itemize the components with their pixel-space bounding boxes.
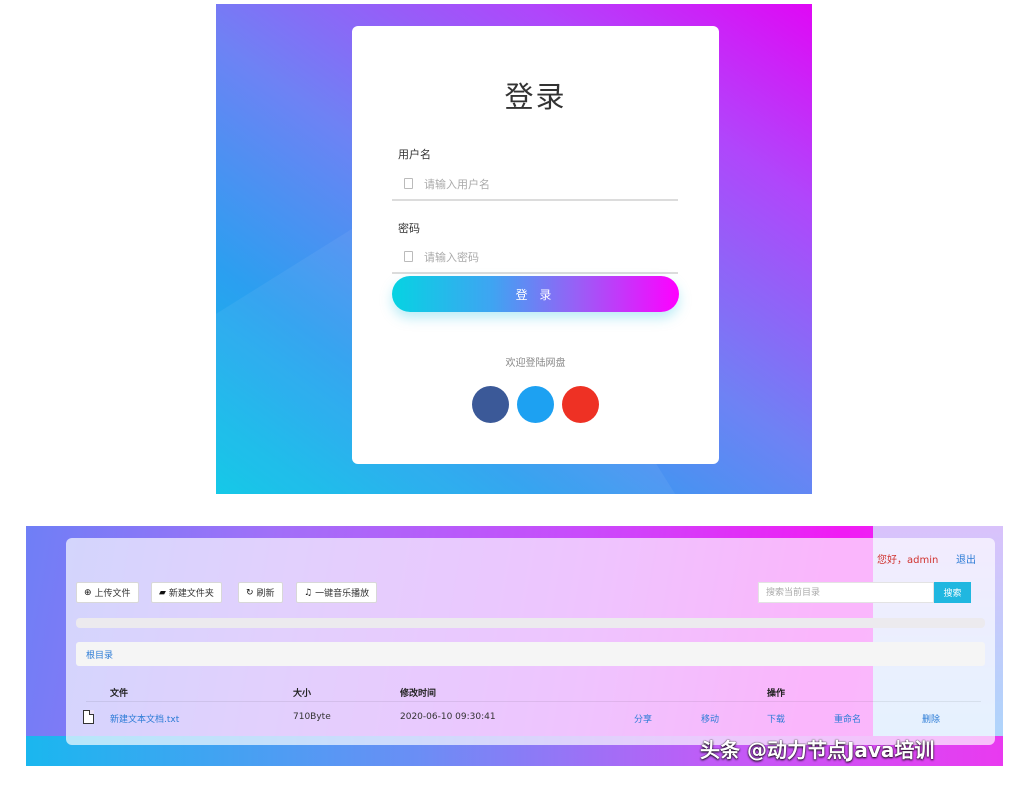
play-music-button[interactable]: ♫ 一键音乐播放: [296, 582, 378, 603]
lock-icon: [404, 251, 413, 262]
facebook-login-icon[interactable]: [472, 386, 509, 423]
column-header-name: 文件: [110, 689, 129, 699]
search-button[interactable]: 搜索: [934, 582, 971, 603]
download-action[interactable]: 下载: [767, 712, 785, 725]
rename-action[interactable]: 重命名: [834, 712, 861, 725]
user-greeting: 您好，admin: [877, 555, 939, 566]
password-input[interactable]: [422, 246, 666, 268]
column-header-size: 大小: [293, 689, 312, 699]
login-card: 登录 用户名 密码 登 录 欢迎登陆网盘: [352, 26, 719, 464]
breadcrumb: 根目录: [76, 642, 985, 666]
column-header-actions: 操作: [767, 689, 786, 699]
file-manager-card: 您好，admin 退出 ⊕ 上传文件 ▰ 新建文件夹 ↻ 刷新 ♫ 一键音乐播放…: [66, 538, 995, 745]
user-icon: [404, 178, 413, 189]
upload-label: 上传文件: [94, 589, 131, 599]
password-field-row: [392, 242, 678, 274]
folder-open-icon: ▰: [159, 587, 166, 598]
file-name-link[interactable]: 新建文本文档.txt: [110, 712, 179, 725]
table-divider: [86, 701, 981, 702]
music-note-icon: ♫: [304, 587, 313, 598]
watermark-text: 头条 @动力节点Java培训: [700, 738, 935, 762]
google-login-icon[interactable]: [562, 386, 599, 423]
file-manager-screen: 您好，admin 退出 ⊕ 上传文件 ▰ 新建文件夹 ↻ 刷新 ♫ 一键音乐播放…: [26, 526, 1003, 766]
login-title: 登录: [504, 80, 567, 114]
file-size: 710Byte: [293, 712, 331, 722]
delete-action[interactable]: 删除: [922, 712, 940, 725]
file-icon: [83, 710, 94, 724]
password-label: 密码: [398, 222, 420, 235]
welcome-text: 欢迎登陆网盘: [505, 358, 566, 369]
username-field-row: [392, 169, 678, 201]
column-header-modified: 修改时间: [400, 689, 437, 699]
login-screen: 登录 用户名 密码 登 录 欢迎登陆网盘: [216, 4, 812, 494]
search-input[interactable]: [758, 582, 934, 603]
refresh-label: 刷新: [256, 589, 275, 599]
refresh-icon: ↻: [246, 587, 254, 598]
file-modified: 2020-06-10 09:30:41: [400, 712, 496, 722]
share-action[interactable]: 分享: [634, 712, 652, 725]
upload-progress-bar: [76, 618, 985, 628]
breadcrumb-root[interactable]: 根目录: [86, 648, 113, 661]
logout-link[interactable]: 退出: [956, 551, 976, 566]
new-folder-label: 新建文件夹: [168, 589, 214, 599]
new-folder-button[interactable]: ▰ 新建文件夹: [151, 582, 222, 603]
login-button[interactable]: 登 录: [392, 276, 679, 312]
move-action[interactable]: 移动: [701, 712, 719, 725]
username-label: 用户名: [398, 148, 431, 161]
upload-button[interactable]: ⊕ 上传文件: [76, 582, 139, 603]
upload-icon: ⊕: [84, 587, 92, 598]
username-input[interactable]: [422, 173, 666, 195]
play-music-label: 一键音乐播放: [315, 589, 370, 599]
twitter-login-icon[interactable]: [517, 386, 554, 423]
refresh-button[interactable]: ↻ 刷新: [238, 582, 283, 603]
